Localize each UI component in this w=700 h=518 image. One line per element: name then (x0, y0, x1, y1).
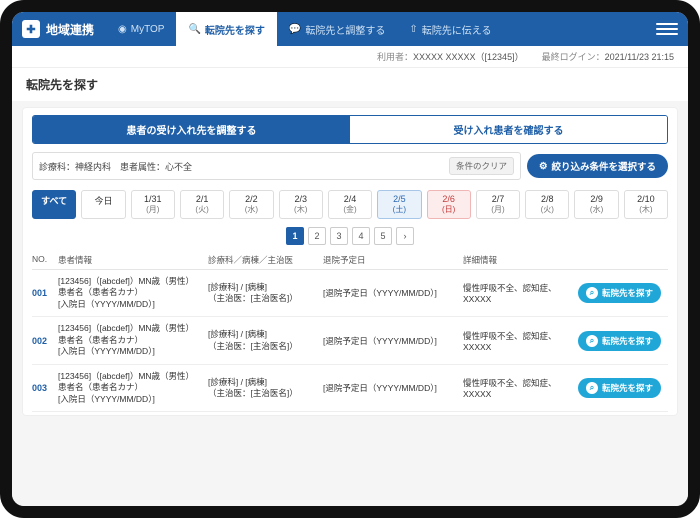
pager: 12345› (32, 227, 668, 245)
row-details: 慢性呼吸不全、認知症、XXXXX (463, 330, 578, 352)
th-dept: 診療科／病棟／主治医 (208, 254, 323, 266)
screen: ✚ 地域連携 ◉MyTOP🔍転院先を探す💬転院先と調整する⇧転院先に伝える 利用… (12, 12, 688, 506)
th-patient: 患者情報 (58, 254, 208, 266)
row-dept: [診療科] / [病棟]（主治医：[主治医名]） (208, 377, 323, 400)
filter-icon: ⚙ (539, 161, 548, 172)
pager-next[interactable]: › (396, 227, 414, 245)
search-icon: ⌕ (586, 287, 598, 299)
row-details: 慢性呼吸不全、認知症、XXXXX (463, 377, 578, 399)
app-header: ✚ 地域連携 ◉MyTOP🔍転院先を探す💬転院先と調整する⇧転院先に伝える (12, 12, 688, 46)
date-chip[interactable]: 2/3(木) (279, 190, 323, 219)
row-patient: [123456]（[abcdef]）MN歳（男性）患者名（患者名カナ）[入院日（… (58, 276, 208, 310)
brand-icon: ✚ (22, 20, 40, 38)
date-chip[interactable]: 2/5(土) (377, 190, 421, 219)
tab-confirm-patients[interactable]: 受け入れ患者を確認する (350, 116, 667, 143)
row-dept: [診療科] / [病棟]（主治医：[主治医名]） (208, 282, 323, 305)
date-chip[interactable]: 2/1(火) (180, 190, 224, 219)
date-chip[interactable]: 2/6(日) (427, 190, 471, 219)
find-destination-button[interactable]: ⌕転院先を探す (578, 331, 661, 351)
th-details: 詳細情報 (463, 254, 578, 266)
date-chip[interactable]: 2/4(金) (328, 190, 372, 219)
clear-filter-button[interactable]: 条件のクリア (449, 157, 514, 175)
user-info: 利用者：XXXXX XXXXX（[12345]） (377, 50, 524, 63)
device-frame: ✚ 地域連携 ◉MyTOP🔍転院先を探す💬転院先と調整する⇧転院先に伝える 利用… (0, 0, 700, 518)
row-patient: [123456]（[abcdef]）MN歳（男性）患者名（患者名カナ）[入院日（… (58, 323, 208, 357)
table-row: 003[123456]（[abcdef]）MN歳（男性）患者名（患者名カナ）[入… (32, 365, 668, 412)
date-chip[interactable]: 1/31(月) (131, 190, 175, 219)
nav-転院先を探す[interactable]: 🔍転院先を探す (176, 12, 276, 46)
menu-icon[interactable] (656, 18, 678, 40)
row-no: 003 (32, 383, 58, 393)
brand: ✚ 地域連携 (22, 20, 94, 38)
date-chip[interactable]: 2/8(火) (525, 190, 569, 219)
search-icon: ⌕ (586, 335, 598, 347)
search-icon: ⌕ (586, 382, 598, 394)
row-dept: [診療科] / [病棟]（主治医：[主治医名]） (208, 329, 323, 352)
date-chip[interactable]: 2/7(月) (476, 190, 520, 219)
pager-page[interactable]: 5 (374, 227, 392, 245)
nav-MyTOP[interactable]: ◉MyTOP (106, 12, 176, 46)
row-discharge: [退院予定日（YYYY/MM/DD）] (323, 335, 463, 347)
date-chip[interactable]: すべて (32, 190, 76, 219)
person-icon: ◉ (118, 24, 127, 35)
table-row: 002[123456]（[abcdef]）MN歳（男性）患者名（患者名カナ）[入… (32, 317, 668, 364)
pager-page[interactable]: 2 (308, 227, 326, 245)
row-no: 002 (32, 336, 58, 346)
tab-adjust-destination[interactable]: 患者の受け入れ先を調整する (33, 116, 350, 143)
date-chip[interactable]: 2/10(木) (624, 190, 668, 219)
find-destination-button[interactable]: ⌕転院先を探す (578, 283, 661, 303)
tab-switch: 患者の受け入れ先を調整する 受け入れ患者を確認する (32, 115, 668, 144)
top-nav: ◉MyTOP🔍転院先を探す💬転院先と調整する⇧転院先に伝える (106, 12, 503, 46)
row-details: 慢性呼吸不全、認知症、XXXXX (463, 282, 578, 304)
pager-page[interactable]: 3 (330, 227, 348, 245)
meta-bar: 利用者：XXXXX XXXXX（[12345]） 最終ログイン：2021/11/… (12, 46, 688, 68)
date-selector: すべて今日1/31(月)2/1(火)2/2(水)2/3(木)2/4(金)2/5(… (32, 190, 668, 219)
th-no: NO. (32, 254, 58, 266)
last-login: 最終ログイン：2021/11/23 21:15 (542, 50, 674, 63)
row-patient: [123456]（[abcdef]）MN歳（男性）患者名（患者名カナ）[入院日（… (58, 371, 208, 405)
row-discharge: [退院予定日（YYYY/MM/DD）] (323, 382, 463, 394)
row-no: 001 (32, 288, 58, 298)
date-chip[interactable]: 2/9(水) (574, 190, 618, 219)
date-chip[interactable]: 2/2(水) (229, 190, 273, 219)
th-discharge: 退院予定日 (323, 254, 463, 266)
date-chip[interactable]: 今日 (81, 190, 125, 219)
filter-row: 診療科：神経内科 患者属性：心不全 条件のクリア ⚙ 絞り込み条件を選択する (32, 152, 668, 180)
brand-title: 地域連携 (46, 21, 94, 38)
nav-転院先に伝える[interactable]: ⇧転院先に伝える (397, 12, 503, 46)
upload-icon: ⇧ (409, 24, 417, 35)
nav-転院先と調整する[interactable]: 💬転院先と調整する (277, 12, 397, 46)
main-card: 患者の受け入れ先を調整する 受け入れ患者を確認する 診療科：神経内科 患者属性：… (22, 107, 678, 416)
pager-page[interactable]: 4 (352, 227, 370, 245)
search-icon: 🔍 (188, 24, 200, 35)
row-discharge: [退院予定日（YYYY/MM/DD）] (323, 287, 463, 299)
pager-page[interactable]: 1 (286, 227, 304, 245)
filter-text: 診療科：神経内科 患者属性：心不全 (39, 160, 192, 173)
table-body: 001[123456]（[abcdef]）MN歳（男性）患者名（患者名カナ）[入… (32, 270, 668, 412)
page-title: 転院先を探す (12, 68, 688, 101)
table-row: 001[123456]（[abcdef]）MN歳（男性）患者名（患者名カナ）[入… (32, 270, 668, 317)
find-destination-button[interactable]: ⌕転院先を探す (578, 378, 661, 398)
open-filter-button[interactable]: ⚙ 絞り込み条件を選択する (527, 154, 668, 178)
filter-summary[interactable]: 診療科：神経内科 患者属性：心不全 条件のクリア (32, 152, 521, 180)
filter-button-label: 絞り込み条件を選択する (551, 159, 656, 173)
chat-icon: 💬 (289, 24, 301, 35)
table-header: NO. 患者情報 診療科／病棟／主治医 退院予定日 詳細情報 (32, 251, 668, 270)
